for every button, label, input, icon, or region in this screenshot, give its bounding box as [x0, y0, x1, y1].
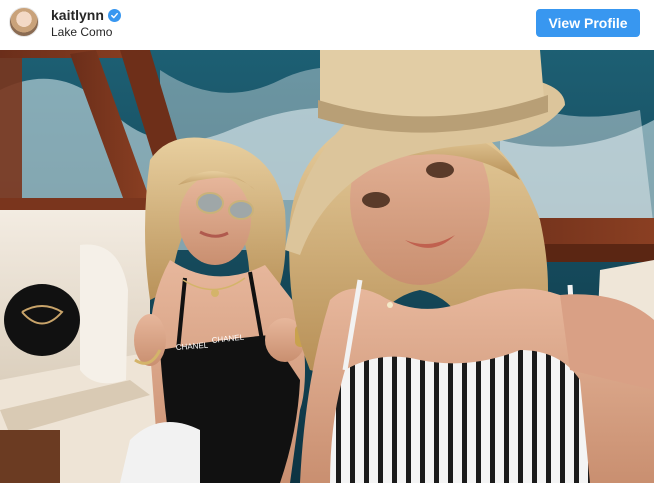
right-eye-right	[426, 162, 454, 178]
location-label[interactable]: Lake Como	[51, 25, 112, 39]
post-header: kaitlynn Lake Como View Profile	[0, 0, 654, 48]
sunglasses-right-lens	[228, 200, 254, 220]
sunglasses-left-lens	[196, 192, 224, 214]
black-hat	[4, 284, 80, 356]
post-photo[interactable]: CHANEL CHANEL	[0, 50, 654, 483]
view-profile-button[interactable]: View Profile	[536, 9, 640, 37]
pendant	[387, 302, 393, 308]
username[interactable]: kaitlynn	[51, 7, 104, 23]
username-row[interactable]: kaitlynn	[51, 7, 121, 23]
avatar[interactable]	[9, 7, 39, 37]
right-eye-left	[362, 192, 390, 208]
striped-swimsuit	[330, 350, 590, 483]
verified-badge-icon	[107, 8, 121, 22]
left-person-face	[179, 175, 251, 265]
photo-illustration: CHANEL CHANEL	[0, 50, 654, 483]
